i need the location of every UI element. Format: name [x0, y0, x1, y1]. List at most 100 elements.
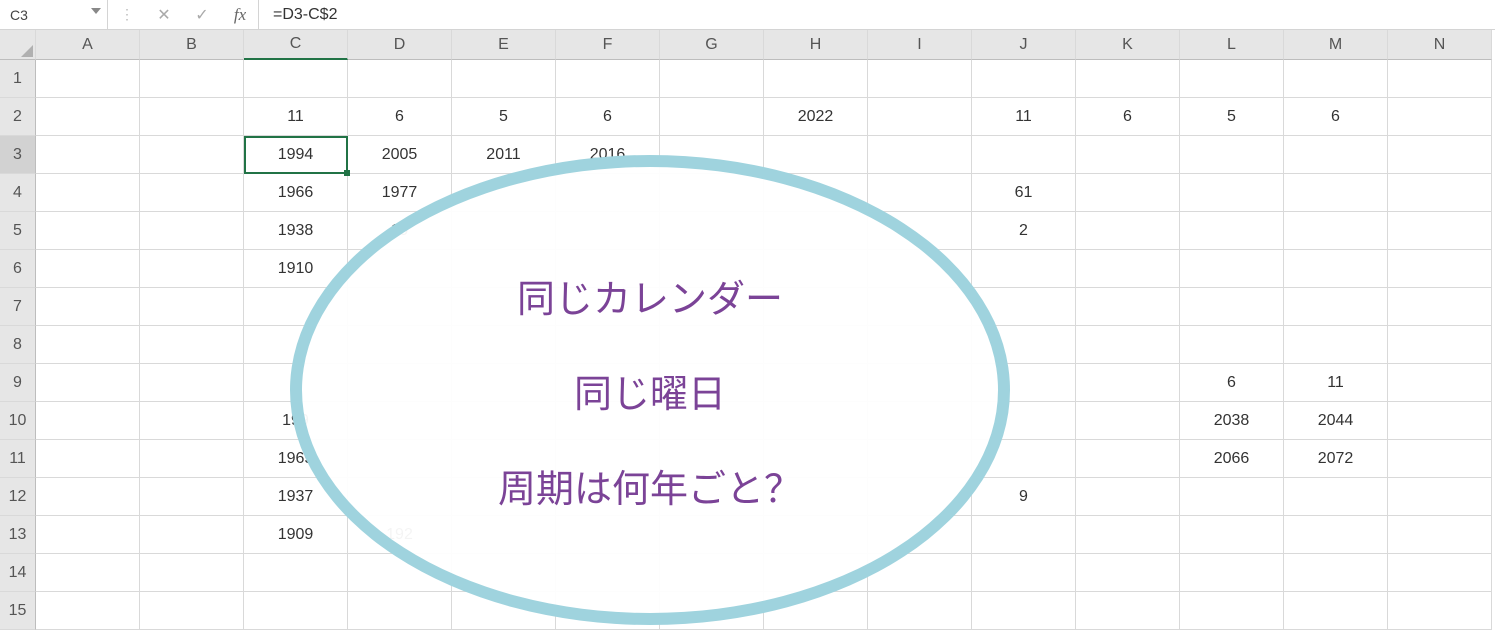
row-header-10[interactable]: 10 [0, 402, 36, 440]
cell-B7[interactable] [140, 288, 244, 326]
cell-K13[interactable] [1076, 516, 1180, 554]
cell-A13[interactable] [36, 516, 140, 554]
cell-M11[interactable]: 2072 [1284, 440, 1388, 478]
cell-C14[interactable] [244, 554, 348, 592]
cell-A2[interactable] [36, 98, 140, 136]
cell-E2[interactable]: 5 [452, 98, 556, 136]
cell-N13[interactable] [1388, 516, 1492, 554]
cell-K9[interactable] [1076, 364, 1180, 402]
cell-K6[interactable] [1076, 250, 1180, 288]
cell-A14[interactable] [36, 554, 140, 592]
name-box-dropdown-icon[interactable] [91, 8, 101, 14]
cell-M6[interactable] [1284, 250, 1388, 288]
cell-L11[interactable]: 2066 [1180, 440, 1284, 478]
column-header-F[interactable]: F [556, 30, 660, 60]
cell-K7[interactable] [1076, 288, 1180, 326]
cell-M4[interactable] [1284, 174, 1388, 212]
cell-J2[interactable]: 11 [972, 98, 1076, 136]
cell-J4[interactable]: 61 [972, 174, 1076, 212]
cell-A9[interactable] [36, 364, 140, 402]
cell-A1[interactable] [36, 60, 140, 98]
cell-B1[interactable] [140, 60, 244, 98]
row-header-11[interactable]: 11 [0, 440, 36, 478]
column-header-E[interactable]: E [452, 30, 556, 60]
column-header-A[interactable]: A [36, 30, 140, 60]
cell-B9[interactable] [140, 364, 244, 402]
cell-A15[interactable] [36, 592, 140, 630]
cell-K4[interactable] [1076, 174, 1180, 212]
column-header-K[interactable]: K [1076, 30, 1180, 60]
cell-M9[interactable]: 11 [1284, 364, 1388, 402]
cell-M7[interactable] [1284, 288, 1388, 326]
cell-F1[interactable] [556, 60, 660, 98]
column-header-I[interactable]: I [868, 30, 972, 60]
cell-B4[interactable] [140, 174, 244, 212]
cell-M1[interactable] [1284, 60, 1388, 98]
row-header-5[interactable]: 5 [0, 212, 36, 250]
cell-C15[interactable] [244, 592, 348, 630]
cell-M12[interactable] [1284, 478, 1388, 516]
cell-L2[interactable]: 5 [1180, 98, 1284, 136]
column-header-D[interactable]: D [348, 30, 452, 60]
cell-B5[interactable] [140, 212, 244, 250]
column-header-N[interactable]: N [1388, 30, 1492, 60]
cell-N9[interactable] [1388, 364, 1492, 402]
column-header-H[interactable]: H [764, 30, 868, 60]
cell-N12[interactable] [1388, 478, 1492, 516]
cell-I1[interactable] [868, 60, 972, 98]
cell-H3[interactable] [764, 136, 868, 174]
column-header-C[interactable]: C [244, 30, 348, 60]
cell-K10[interactable] [1076, 402, 1180, 440]
cell-D15[interactable] [348, 592, 452, 630]
row-header-4[interactable]: 4 [0, 174, 36, 212]
formula-input[interactable]: =D3-C$2 [259, 0, 1495, 29]
cell-E1[interactable] [452, 60, 556, 98]
cell-C1[interactable] [244, 60, 348, 98]
cell-L5[interactable] [1180, 212, 1284, 250]
cell-A8[interactable] [36, 326, 140, 364]
cell-L3[interactable] [1180, 136, 1284, 174]
cell-N1[interactable] [1388, 60, 1492, 98]
cell-M13[interactable] [1284, 516, 1388, 554]
cell-A3[interactable] [36, 136, 140, 174]
cell-A10[interactable] [36, 402, 140, 440]
row-header-6[interactable]: 6 [0, 250, 36, 288]
cell-L4[interactable] [1180, 174, 1284, 212]
cell-B2[interactable] [140, 98, 244, 136]
cell-L6[interactable] [1180, 250, 1284, 288]
name-box[interactable]: C3 [0, 0, 108, 29]
cell-C3[interactable]: 1994 [244, 136, 348, 174]
cell-K3[interactable] [1076, 136, 1180, 174]
cell-N14[interactable] [1388, 554, 1492, 592]
cell-M5[interactable] [1284, 212, 1388, 250]
cell-B11[interactable] [140, 440, 244, 478]
cell-N2[interactable] [1388, 98, 1492, 136]
cell-L15[interactable] [1180, 592, 1284, 630]
cell-N11[interactable] [1388, 440, 1492, 478]
cell-M3[interactable] [1284, 136, 1388, 174]
cell-D1[interactable] [348, 60, 452, 98]
cell-I3[interactable] [868, 136, 972, 174]
cell-J3[interactable] [972, 136, 1076, 174]
cell-L7[interactable] [1180, 288, 1284, 326]
cell-B13[interactable] [140, 516, 244, 554]
cell-N6[interactable] [1388, 250, 1492, 288]
cell-B3[interactable] [140, 136, 244, 174]
row-header-15[interactable]: 15 [0, 592, 36, 630]
column-header-B[interactable]: B [140, 30, 244, 60]
cell-B6[interactable] [140, 250, 244, 288]
row-header-14[interactable]: 14 [0, 554, 36, 592]
cell-N4[interactable] [1388, 174, 1492, 212]
cell-N10[interactable] [1388, 402, 1492, 440]
cell-D2[interactable]: 6 [348, 98, 452, 136]
fx-icon[interactable]: fx [230, 5, 250, 25]
cell-L9[interactable]: 6 [1180, 364, 1284, 402]
cell-K15[interactable] [1076, 592, 1180, 630]
cell-K1[interactable] [1076, 60, 1180, 98]
cell-J12[interactable]: 9 [972, 478, 1076, 516]
cell-A6[interactable] [36, 250, 140, 288]
cell-L12[interactable] [1180, 478, 1284, 516]
cell-J6[interactable] [972, 250, 1076, 288]
cell-H1[interactable] [764, 60, 868, 98]
cell-A5[interactable] [36, 212, 140, 250]
